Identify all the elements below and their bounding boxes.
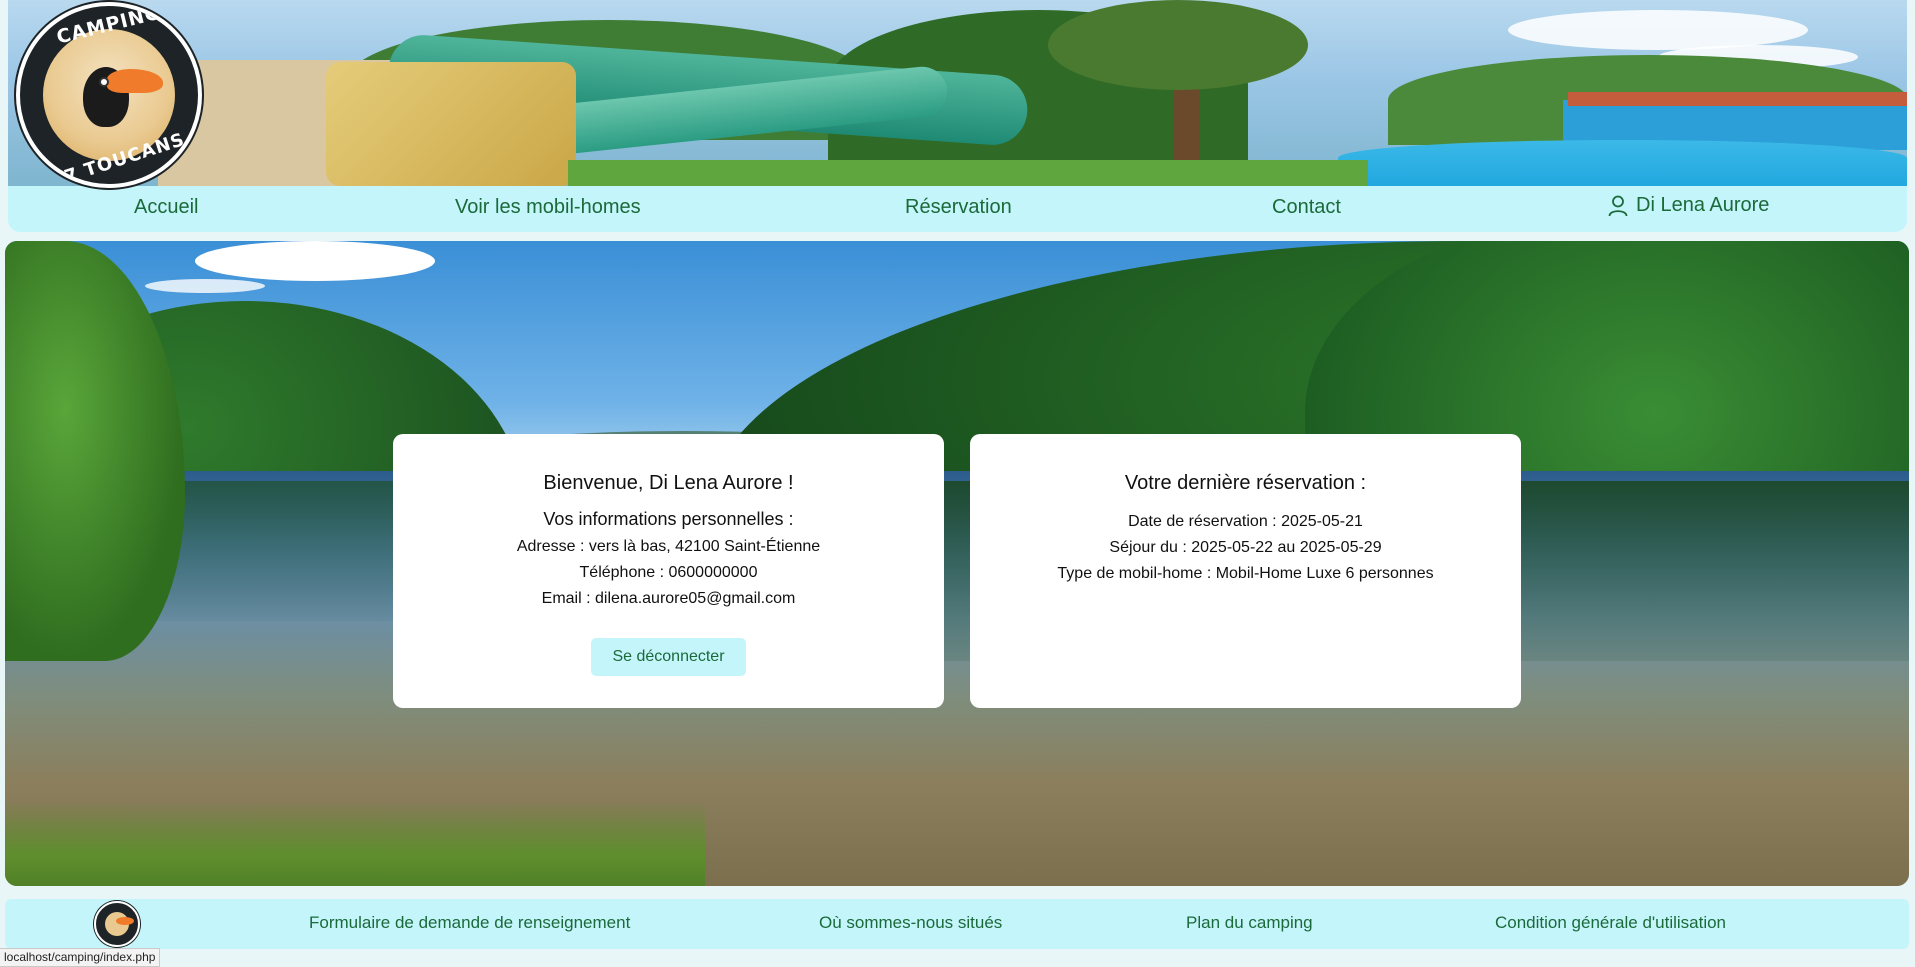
user-icon — [1608, 195, 1628, 217]
reservation-title: Votre dernière réservation : — [1124, 472, 1367, 494]
nav-contact[interactable]: Contact — [1272, 196, 1341, 219]
address-text: Adresse : vers là bas, 42100 Saint-Étien… — [516, 538, 821, 555]
footer-link-terms[interactable]: Condition générale d'utilisation — [1495, 913, 1726, 933]
browser-status-bar: localhost/camping/index.php — [0, 948, 161, 967]
hero-section: Bienvenue, Di Lena Aurore ! Vos informat… — [5, 241, 1909, 886]
reservation-date: Date de réservation : 2025-05-21 — [1128, 513, 1363, 530]
camping-logo[interactable]: CAMPING LE 7 TOUCANS — [16, 2, 202, 188]
nav-mobil-homes[interactable]: Voir les mobil-homes — [455, 196, 641, 219]
reservation-card: Votre dernière réservation : Date de rés… — [970, 434, 1521, 708]
nav-reservation[interactable]: Réservation — [905, 196, 1012, 219]
reservation-stay: Séjour du : 2025-05-22 au 2025-05-29 — [1109, 539, 1382, 556]
site-header: CAMPING LE 7 TOUCANS Accueil Voir les mo… — [8, 0, 1907, 232]
logout-button[interactable]: Se déconnecter — [591, 638, 746, 676]
profile-card: Bienvenue, Di Lena Aurore ! Vos informat… — [393, 434, 944, 708]
email-text: Email : dilena.aurore05@gmail.com — [541, 590, 796, 607]
footer-link-info-request[interactable]: Formulaire de demande de renseignement — [309, 913, 630, 933]
nav-accueil[interactable]: Accueil — [134, 196, 198, 219]
reservation-type: Type de mobil-home : Mobil-Home Luxe 6 p… — [1057, 565, 1434, 582]
footer-link-camping-map[interactable]: Plan du camping — [1186, 913, 1313, 933]
main-nav: Accueil Voir les mobil-homes Réservation… — [8, 186, 1907, 232]
footer-logo[interactable] — [94, 901, 140, 947]
welcome-heading: Bienvenue, Di Lena Aurore ! — [543, 472, 794, 494]
site-footer: Formulaire de demande de renseignement O… — [5, 899, 1909, 949]
personal-info-title: Vos informations personnelles : — [543, 509, 794, 529]
header-banner-image — [8, 0, 1907, 186]
user-name: Di Lena Aurore — [1636, 194, 1770, 216]
nav-user-account[interactable]: Di Lena Aurore — [1608, 194, 1769, 217]
footer-link-location[interactable]: Où sommes-nous situés — [819, 913, 1002, 933]
phone-text: Téléphone : 0600000000 — [579, 564, 758, 581]
